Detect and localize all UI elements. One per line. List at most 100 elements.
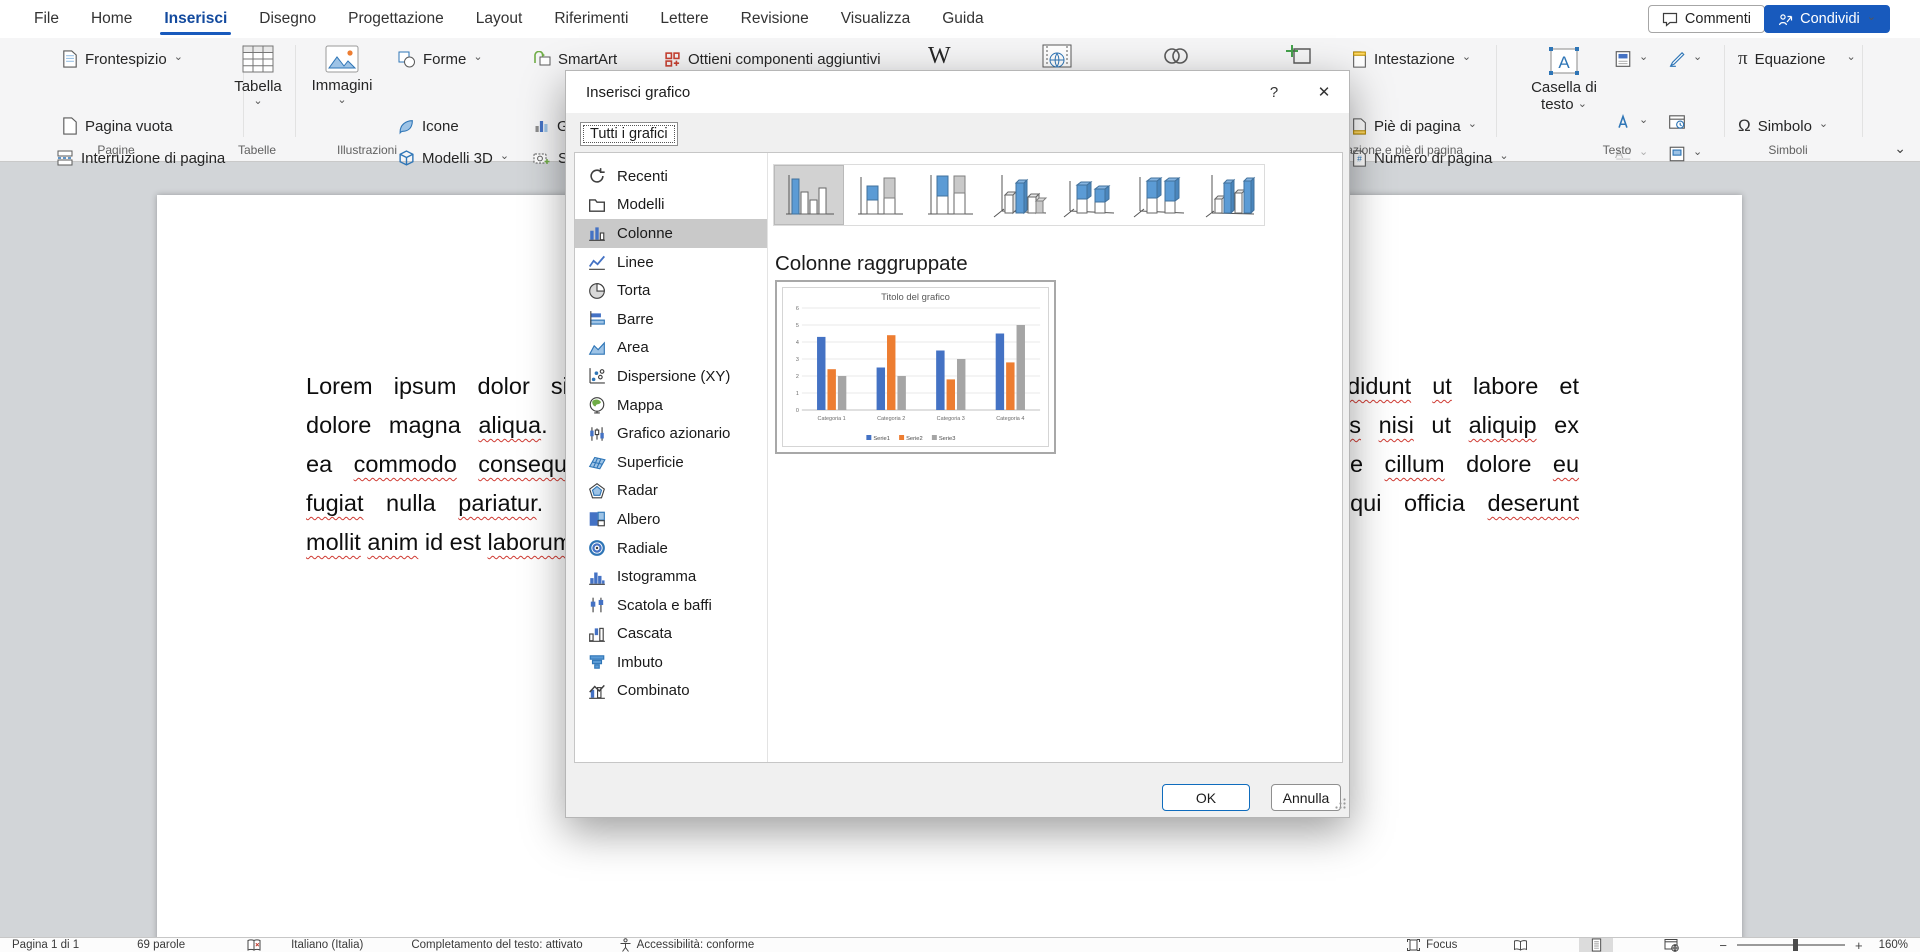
comments-label: Commenti	[1685, 11, 1751, 27]
thumb-3d-stacked-column[interactable]	[1054, 165, 1124, 225]
svg-text:Categoria 4: Categoria 4	[996, 416, 1024, 422]
chart-category-torta[interactable]: Torta	[575, 276, 767, 305]
smartart-button[interactable]: SmartArt	[533, 47, 617, 71]
link-button[interactable]	[1160, 44, 1192, 68]
chart-category-radiale[interactable]: Radiale	[575, 534, 767, 563]
word-count-status[interactable]: 69 parole	[137, 939, 185, 951]
chart-category-grafico-azionario[interactable]: Grafico azionario	[575, 419, 767, 448]
web-layout-button[interactable]	[1655, 938, 1689, 952]
page-count-status[interactable]: Pagina 1 di 1	[12, 939, 79, 951]
menu-tab-lettere[interactable]: Lettere	[644, 0, 724, 38]
comments-button[interactable]: Commenti	[1648, 5, 1765, 33]
chart-category-barre[interactable]: Barre	[575, 305, 767, 334]
print-layout-button[interactable]	[1579, 938, 1613, 952]
header-button[interactable]: Intestazione⌄	[1352, 47, 1471, 71]
ok-button[interactable]: OK	[1162, 784, 1250, 811]
cover-page-icon	[62, 50, 78, 68]
menu-tab-home[interactable]: Home	[75, 0, 148, 38]
cancel-button[interactable]: Annulla	[1271, 784, 1341, 811]
chart-category-modelli[interactable]: Modelli	[575, 191, 767, 220]
menu-tab-riferimenti[interactable]: Riferimenti	[538, 0, 644, 38]
svg-text:0: 0	[796, 408, 799, 414]
zoom-slider[interactable]	[1737, 944, 1845, 946]
accessibility-icon[interactable]	[619, 938, 632, 952]
language-status[interactable]: Italiano (Italia)	[291, 939, 363, 951]
dropped-cap-button[interactable]: ⌄	[1614, 110, 1648, 134]
new-comment-button[interactable]	[1280, 44, 1312, 68]
wikipedia-button[interactable]: W	[928, 44, 951, 68]
dialog-help-button[interactable]: ?	[1249, 71, 1299, 113]
chart-category-dispersione-xy[interactable]: Dispersione (XY)	[575, 362, 767, 391]
table-button[interactable]: Tabella ⌄	[228, 45, 288, 103]
blank-page-button[interactable]: Pagina vuota	[62, 114, 173, 138]
dialog-titlebar[interactable]: Inserisci grafico ? ✕	[566, 71, 1349, 113]
chart-category-colonne[interactable]: Colonne	[575, 219, 767, 248]
thumb-stacked-column[interactable]	[844, 165, 914, 225]
chart-category-linee[interactable]: Linee	[575, 248, 767, 277]
chart-category-istogramma[interactable]: Istogramma	[575, 562, 767, 591]
icons-button[interactable]: Icone	[398, 114, 459, 138]
equation-button[interactable]: π Equazione ⌄	[1738, 47, 1856, 71]
menu-tab-guida[interactable]: Guida	[926, 0, 999, 38]
thumb-3d-clustered-column[interactable]	[984, 165, 1054, 225]
chart-category-recenti[interactable]: Recenti	[575, 162, 767, 191]
chart-preview-frame[interactable]: Titolo del grafico0123456Categoria 1Cate…	[775, 280, 1056, 454]
pictures-button[interactable]: Immagini ⌄	[306, 45, 378, 102]
zoom-in-button[interactable]: +	[1853, 938, 1865, 952]
date-time-button[interactable]	[1668, 110, 1686, 134]
share-button[interactable]: Condividi ⌄	[1764, 5, 1890, 33]
zoom-slider-thumb[interactable]	[1793, 939, 1798, 951]
thumb-3d-100-stacked-column[interactable]	[1124, 165, 1194, 225]
menu-tab-progettazione[interactable]: Progettazione	[332, 0, 460, 38]
thumb-clustered-column[interactable]	[774, 165, 844, 225]
chart-category-label: Dispersione (XY)	[617, 368, 730, 385]
chart-category-albero[interactable]: Albero	[575, 505, 767, 534]
chart-category-combinato[interactable]: Combinato	[575, 677, 767, 706]
footer-button[interactable]: Piè di pagina⌄	[1352, 114, 1477, 138]
get-addins-button[interactable]: Ottieni componenti aggiuntivi	[664, 47, 881, 71]
chevron-down-icon: ⌄	[1819, 120, 1828, 128]
chart-category-imbuto[interactable]: Imbuto	[575, 648, 767, 677]
menu-tab-disegno[interactable]: Disegno	[243, 0, 332, 38]
online-video-button[interactable]	[1042, 44, 1072, 68]
chart-category-area[interactable]: Area	[575, 334, 767, 363]
object-button[interactable]: ⌄	[1668, 142, 1702, 166]
chart-category-scatola-e-baffi[interactable]: Scatola e baffi	[575, 591, 767, 620]
dialog-title: Inserisci grafico	[586, 84, 690, 101]
quick-parts-button[interactable]: ⌄	[1614, 47, 1648, 71]
menu-tab-file[interactable]: File	[18, 0, 75, 38]
symbol-button[interactable]: Ω Simbolo ⌄	[1738, 114, 1828, 138]
shapes-button[interactable]: Forme⌄	[398, 47, 483, 71]
thumb-100-stacked-column[interactable]	[914, 165, 984, 225]
chart-category-cascata[interactable]: Cascata	[575, 620, 767, 649]
text-box-button[interactable]: A Casella di testo ⌄	[1522, 45, 1606, 113]
focus-icon[interactable]	[1406, 938, 1421, 952]
tab-tutti-i-grafici[interactable]: Tutti i grafici	[580, 122, 678, 146]
focus-label[interactable]: Focus	[1426, 939, 1457, 951]
area-chart-icon	[588, 339, 606, 357]
text-completion-status[interactable]: Completamento del testo: attivato	[411, 939, 582, 951]
read-mode-button[interactable]	[1503, 938, 1537, 952]
menu-tab-layout[interactable]: Layout	[460, 0, 539, 38]
cover-page-button[interactable]: Frontespizio⌄	[62, 47, 183, 71]
menu-tab-visualizza[interactable]: Visualizza	[825, 0, 927, 38]
models-3d-button[interactable]: Modelli 3D⌄	[398, 146, 509, 170]
svg-text:Serie1: Serie1	[873, 436, 890, 442]
zoom-out-button[interactable]: −	[1717, 938, 1729, 952]
sunburst-chart-icon	[588, 539, 606, 557]
wordart-button[interactable]: ⌄	[1668, 47, 1702, 71]
page-break-button[interactable]: Interruzione di pagina	[56, 146, 225, 170]
resize-grip[interactable]	[1334, 797, 1347, 815]
menu-tab-inserisci[interactable]: Inserisci	[148, 0, 243, 38]
chart-category-superficie[interactable]: Superficie	[575, 448, 767, 477]
dialog-close-button[interactable]: ✕	[1299, 71, 1349, 113]
zoom-level[interactable]: 160%	[1879, 939, 1908, 951]
collapse-ribbon-chevron-icon[interactable]: ⌄	[1894, 140, 1906, 157]
thumb-3d-column[interactable]	[1194, 165, 1264, 225]
accessibility-status[interactable]: Accessibilità: conforme	[637, 939, 755, 951]
chart-category-radar[interactable]: Radar	[575, 477, 767, 506]
chart-category-mappa[interactable]: Mappa	[575, 391, 767, 420]
bar-chart-icon	[588, 310, 606, 328]
proofing-icon[interactable]	[247, 939, 261, 952]
menu-tab-revisione[interactable]: Revisione	[725, 0, 825, 38]
